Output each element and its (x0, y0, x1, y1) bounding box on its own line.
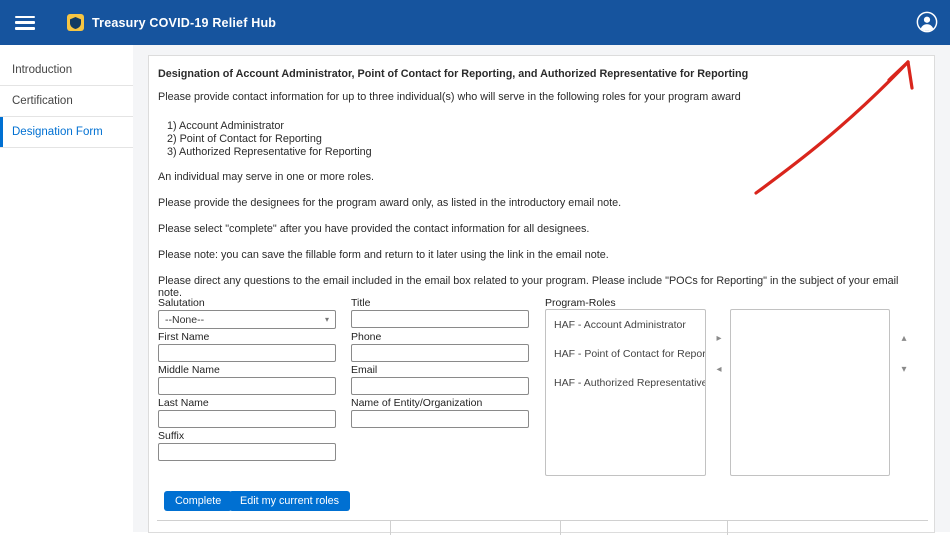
salutation-select[interactable]: --None-- ▾ (158, 310, 336, 329)
role-list-item-3: 3) Authorized Representative for Reporti… (167, 146, 372, 158)
user-avatar-icon[interactable] (916, 11, 938, 33)
complete-button[interactable]: Complete (164, 491, 232, 511)
program-role-option-3[interactable]: HAF - Authorized Representative fo... (546, 364, 705, 393)
middle-name-input[interactable] (158, 377, 336, 395)
move-up-icon[interactable]: ▴ (897, 334, 911, 344)
suffix-label: Suffix (158, 430, 184, 442)
note-paragraph-3: Please select "complete" after you have … (158, 223, 918, 235)
edit-current-roles-button[interactable]: Edit my current roles (229, 491, 350, 511)
note-paragraph-5: Please direct any questions to the email… (158, 275, 918, 299)
sidebar-nav: Introduction Certification Designation F… (0, 45, 133, 532)
brand: Treasury COVID-19 Relief Hub (67, 14, 276, 31)
middle-name-label: Middle Name (158, 364, 220, 376)
form-heading: Designation of Account Administrator, Po… (158, 68, 918, 80)
designation-form-panel: Designation of Account Administrator, Po… (148, 55, 935, 533)
entity-name-label: Name of Entity/Organization (351, 397, 482, 409)
treasury-logo-icon (67, 14, 84, 31)
table-cell (391, 521, 561, 535)
role-list-item-2: 2) Point of Contact for Reporting (167, 133, 322, 145)
sidebar-item-designation-form[interactable]: Designation Form (0, 117, 133, 148)
first-name-input[interactable] (158, 344, 336, 362)
phone-label: Phone (351, 331, 381, 343)
top-navbar: Treasury COVID-19 Relief Hub (0, 0, 950, 45)
last-name-label: Last Name (158, 397, 209, 409)
app-title: Treasury COVID-19 Relief Hub (92, 16, 276, 30)
program-roles-available-listbox[interactable]: HAF - Account Administrator HAF - Point … (545, 309, 706, 476)
sidebar-item-introduction[interactable]: Introduction (0, 55, 133, 86)
note-paragraph-4: Please note: you can save the fillable f… (158, 249, 918, 261)
note-paragraph-2: Please provide the designees for the pro… (158, 197, 918, 209)
program-roles-label: Program-Roles (545, 297, 616, 309)
suffix-input[interactable] (158, 443, 336, 461)
chevron-down-icon: ▾ (325, 315, 329, 324)
intro-text: Please provide contact information for u… (158, 91, 918, 103)
table-cell (728, 521, 928, 535)
phone-input[interactable] (351, 344, 529, 362)
program-roles-selected-listbox[interactable] (730, 309, 890, 476)
first-name-label: First Name (158, 331, 209, 343)
salutation-label: Salutation (158, 297, 205, 309)
program-role-option-2[interactable]: HAF - Point of Contact for Reporting (546, 335, 705, 364)
move-down-icon[interactable]: ▾ (897, 365, 911, 375)
email-label: Email (351, 364, 377, 376)
note-paragraph-1: An individual may serve in one or more r… (158, 171, 918, 183)
last-name-input[interactable] (158, 410, 336, 428)
entity-name-input[interactable] (351, 410, 529, 428)
program-role-option-1[interactable]: HAF - Account Administrator (546, 310, 705, 335)
sidebar-item-certification[interactable]: Certification (0, 86, 133, 117)
table-cell (157, 521, 391, 535)
role-list-item-1: 1) Account Administrator (167, 120, 284, 132)
table-cell (561, 521, 728, 535)
move-left-icon[interactable]: ◂ (712, 365, 726, 375)
email-input[interactable] (351, 377, 529, 395)
title-input[interactable] (351, 310, 529, 328)
move-right-icon[interactable]: ▸ (712, 334, 726, 344)
salutation-selected-value: --None-- (165, 314, 204, 326)
hamburger-menu-icon[interactable] (15, 16, 35, 30)
title-label: Title (351, 297, 370, 309)
